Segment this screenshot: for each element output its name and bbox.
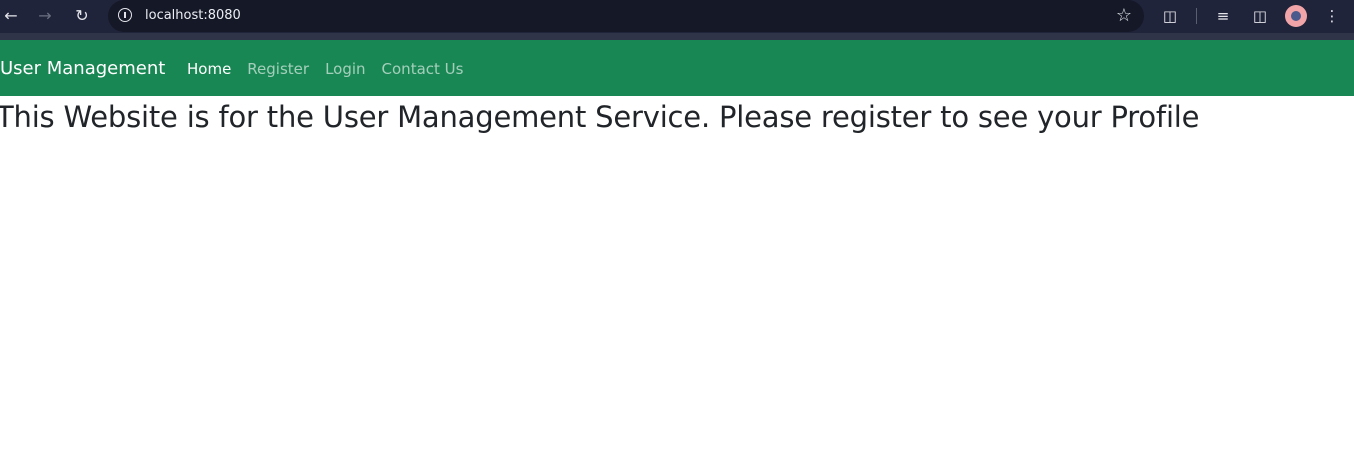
nav-links: Home Register Login Contact Us bbox=[187, 59, 463, 79]
navbar-brand[interactable]: User Management bbox=[0, 57, 165, 81]
browser-toolbar: ← → ↻ localhost:8080 ☆ ◫ ≡ ◫ ⋮ bbox=[0, 0, 1354, 33]
address-bar[interactable]: localhost:8080 ☆ bbox=[108, 0, 1144, 32]
kebab-menu-icon[interactable]: ⋮ bbox=[1321, 5, 1343, 27]
reload-icon[interactable]: ↻ bbox=[71, 5, 93, 27]
browser-separator bbox=[0, 33, 1354, 40]
star-icon[interactable]: ☆ bbox=[1116, 5, 1132, 27]
nav-link-register[interactable]: Register bbox=[247, 59, 309, 79]
side-panel-icon[interactable]: ◫ bbox=[1249, 5, 1271, 27]
puzzle-icon[interactable]: ◫ bbox=[1159, 5, 1181, 27]
profile-avatar[interactable] bbox=[1285, 5, 1307, 27]
forward-arrow-icon[interactable]: → bbox=[34, 5, 56, 27]
navbar: User Management Home Register Login Cont… bbox=[0, 40, 1354, 96]
toolbar-divider bbox=[1196, 8, 1197, 24]
nav-link-login[interactable]: Login bbox=[325, 59, 365, 79]
nav-link-contact-us[interactable]: Contact Us bbox=[382, 59, 464, 79]
media-queue-icon[interactable]: ≡ bbox=[1212, 5, 1234, 27]
address-bar-url[interactable]: localhost:8080 bbox=[145, 8, 241, 24]
back-arrow-icon[interactable]: ← bbox=[0, 5, 22, 27]
nav-link-home[interactable]: Home bbox=[187, 59, 231, 79]
info-icon[interactable] bbox=[118, 8, 132, 22]
page-heading: This Website is for the User Management … bbox=[0, 100, 1200, 134]
